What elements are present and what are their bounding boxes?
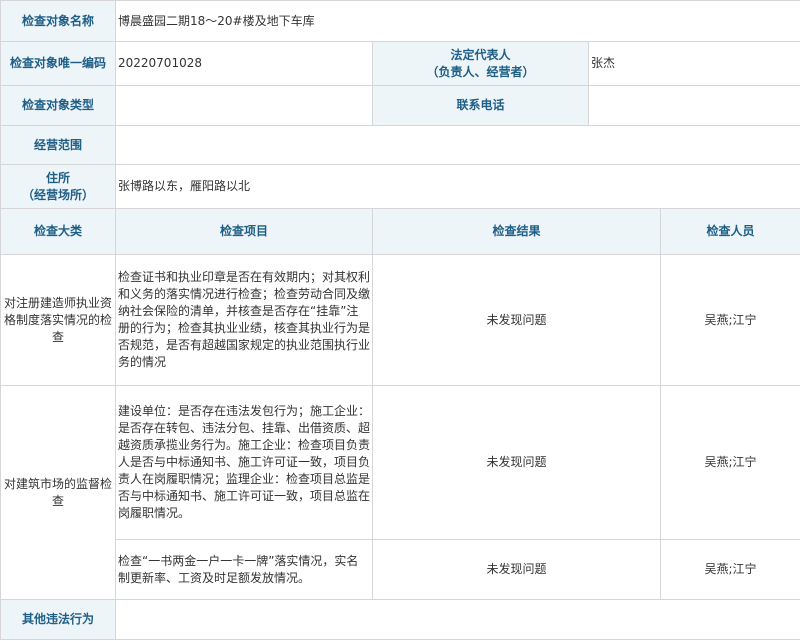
address-label-line1: 住所 bbox=[45, 170, 70, 185]
inspection-row: 对建筑市场的监督检查 建设单位：是否存在违法发包行为；施工企业：是否存在转包、违… bbox=[0, 385, 800, 600]
legal-representative-label-line1: 法定代表人 bbox=[450, 47, 511, 62]
inspection-item: 建设单位：是否存在违法发包行为；施工企业：是否存在转包、违法分包、挂靠、出借资质… bbox=[115, 385, 373, 540]
inspection-item: 检查“一书两金一户一卡一牌”落实情况，实名制更新率、工资及时足额发放情况。 bbox=[115, 539, 373, 600]
contact-phone-value bbox=[587, 85, 800, 126]
header-inspector: 检查人员 bbox=[659, 208, 800, 255]
business-scope-label: 经营范围 bbox=[0, 125, 116, 165]
inspection-row: 检查“一书两金一户一卡一牌”落实情况，实名制更新率、工资及时足额发放情况。 未发… bbox=[1, 539, 800, 600]
inspection-inspector: 吴燕;江宁 bbox=[659, 539, 800, 600]
inspection-category: 对注册建造师执业资格制度落实情况的检查 bbox=[0, 254, 116, 386]
business-scope-row: 经营范围 bbox=[0, 125, 800, 165]
inspection-result: 未发现问题 bbox=[372, 385, 661, 540]
inspection-result: 未发现问题 bbox=[372, 539, 661, 600]
object-code-value: 20220701028 bbox=[115, 41, 373, 86]
object-code-label: 检查对象唯一编码 bbox=[0, 41, 116, 86]
inspection-result: 未发现问题 bbox=[372, 254, 661, 386]
inspection-row: 对注册建造师执业资格制度落实情况的检查 检查证书和执业印章是否在有效期内；对其权… bbox=[0, 254, 800, 386]
other-violations-label: 其他违法行为 bbox=[0, 599, 116, 640]
object-name-label: 检查对象名称 bbox=[0, 0, 116, 42]
inspection-item: 检查证书和执业印章是否在有效期内；对其权利和义务的落实情况进行检查；检查劳动合同… bbox=[115, 254, 373, 386]
inspection-inspector: 吴燕;江宁 bbox=[659, 385, 800, 540]
inspection-header-row: 检查大类 检查项目 检查结果 检查人员 bbox=[0, 208, 800, 255]
inspection-inspector: 吴燕;江宁 bbox=[659, 254, 800, 386]
header-category: 检查大类 bbox=[0, 208, 116, 255]
contact-phone-label: 联系电话 bbox=[372, 85, 589, 126]
legal-representative-label: 法定代表人 （负责人、经营者） bbox=[372, 41, 589, 86]
inspection-category: 对建筑市场的监督检查 bbox=[0, 385, 116, 600]
object-type-row: 检查对象类型 联系电话 bbox=[0, 85, 800, 126]
object-type-value bbox=[115, 85, 373, 126]
object-type-label: 检查对象类型 bbox=[0, 85, 116, 126]
address-label-line2: （经营场所） bbox=[21, 187, 94, 202]
inspection-record-table: 检查对象名称 博晨盛园二期18～20#楼及地下车库 检查对象唯一编码 20220… bbox=[0, 0, 800, 640]
legal-representative-label-line2: （负责人、经营者） bbox=[426, 64, 535, 79]
address-label: 住所 （经营场所） bbox=[0, 164, 116, 209]
object-name-row: 检查对象名称 博晨盛园二期18～20#楼及地下车库 bbox=[0, 0, 800, 42]
other-violations-value bbox=[114, 599, 800, 640]
object-code-row: 检查对象唯一编码 20220701028 法定代表人 （负责人、经营者） 张杰 bbox=[0, 41, 800, 86]
business-scope-value bbox=[114, 125, 800, 165]
header-result: 检查结果 bbox=[372, 208, 661, 255]
other-violations-row: 其他违法行为 bbox=[0, 599, 800, 640]
object-name-value: 博晨盛园二期18～20#楼及地下车库 bbox=[114, 0, 800, 42]
header-item: 检查项目 bbox=[115, 208, 373, 255]
legal-representative-value: 张杰 bbox=[587, 41, 800, 86]
address-row: 住所 （经营场所） 张博路以东，雁阳路以北 bbox=[0, 164, 800, 209]
address-value: 张博路以东，雁阳路以北 bbox=[114, 164, 800, 209]
